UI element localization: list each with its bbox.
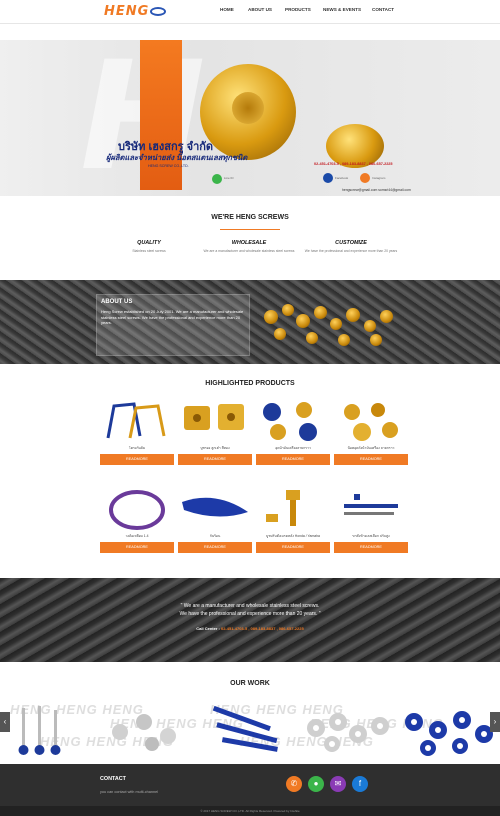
feature-title: CUSTOMIZE: [335, 240, 367, 246]
feature-text: We are a manufacturer and wholesale stai…: [203, 249, 295, 253]
nav-home[interactable]: HOME: [220, 7, 234, 12]
hero-emails: hengscrew@gmail.com somsri44@gmail.com: [342, 188, 411, 192]
call-center-numbers: 02-451-4703-5 , 089-183-8837 , 086-657-2…: [220, 626, 304, 631]
product-caption: โครงกันล้ม: [128, 446, 146, 450]
nav-about-us[interactable]: ABOUT US: [248, 7, 272, 12]
readmore-button[interactable]: READMORE: [334, 542, 408, 553]
product-card: โครงกันล้ม READMORE: [100, 398, 174, 465]
contact-text: you can contact with multi-channel: [100, 790, 159, 794]
gold-nuts-image: [260, 300, 400, 350]
feature-text: Stainless steel screws: [132, 249, 166, 253]
hero-phone-numbers: 02-451-4703-5 , 089-183-8837 , 086-657-2…: [314, 162, 393, 166]
about-text: Heng Screw established on 20 July 2001. …: [101, 309, 244, 325]
work-image-bolts-long[interactable]: [12, 702, 100, 758]
product-caption: วงล้อเหลือบ 1.4: [125, 534, 149, 538]
instagram-icon[interactable]: [360, 173, 370, 183]
feature-title: QUALITY: [137, 240, 161, 246]
feature-wholesale: WHOLESALE We are a manufacturer and whol…: [194, 240, 304, 254]
call-center-label: Call Center :: [196, 626, 220, 631]
product-image[interactable]: [334, 486, 408, 532]
work-title: OUR WORK: [230, 680, 270, 687]
readmore-button[interactable]: READMORE: [334, 454, 408, 465]
products-title: HIGHLIGHTED PRODUCTS: [205, 380, 295, 387]
product-image[interactable]: [334, 398, 408, 444]
feature-text: We have the professional and experience …: [304, 249, 398, 253]
facebook-label: Facebook: [335, 176, 349, 180]
site-header: HENG HOME ABOUT US PRODUCTS NEWS & EVENT…: [0, 0, 500, 24]
nav-products[interactable]: PRODUCTS: [285, 7, 311, 12]
facebook-icon[interactable]: [323, 173, 333, 183]
product-card: อุดน้ำมันเครื่องลายกราว READMORE: [256, 398, 330, 465]
work-image-washers[interactable]: [298, 704, 398, 758]
readmore-button[interactable]: READMORE: [256, 542, 330, 553]
product-caption: บูชปรับตั้งเบรคหลัง Honda / Yamaha: [266, 534, 320, 538]
feature-title: WHOLESALE: [231, 240, 267, 246]
product-card: น็อตอุดถังน้ำมันเครื่อง ลายกราว READMORE: [334, 398, 408, 465]
line-chat-icon[interactable]: ●: [308, 776, 324, 792]
we-are-title: WE'RE HENG SCREWS: [211, 214, 289, 221]
instagram-label: Instagram: [372, 176, 386, 180]
facebook-contact-icon[interactable]: f: [352, 776, 368, 792]
footer-copyright: © 2017 HENG SCREW CO.,LTD. All Rights Re…: [0, 806, 500, 816]
email-icon[interactable]: ✉: [330, 776, 346, 792]
line-label: Line ID: [224, 176, 234, 180]
product-card: บูชรอง ลูกเต๋า สีทอง READMORE: [178, 398, 252, 465]
about-title: ABOUT US: [101, 299, 133, 305]
quote-background: [0, 578, 500, 662]
readmore-button[interactable]: READMORE: [256, 454, 330, 465]
feature-customize: CUSTOMIZE We have the professional and e…: [296, 240, 406, 254]
product-caption: บูชรอง ลูกเต๋า สีทอง: [200, 446, 230, 450]
readmore-button[interactable]: READMORE: [178, 542, 252, 553]
readmore-button[interactable]: READMORE: [100, 454, 174, 465]
phone-icon[interactable]: ✆: [286, 776, 302, 792]
product-card: ขาตั้งข้างเลสเลือก ปรับสูง READMORE: [334, 486, 408, 553]
product-image[interactable]: [256, 486, 330, 532]
product-card: วงล้อเหลือบ 1.4 READMORE: [100, 486, 174, 553]
work-image-blue-washers[interactable]: [398, 704, 500, 758]
hero-banner: H บริษัท เฮงสกรู จำกัด ผู้ผลิตและจำหน่าย…: [0, 30, 500, 204]
work-image-steel-bolts[interactable]: [104, 706, 194, 756]
heng-logo[interactable]: HENG: [104, 3, 167, 19]
logo-ring-icon: [150, 6, 167, 16]
readmore-button[interactable]: READMORE: [178, 454, 252, 465]
hero-tagline: ผู้ผลิตและจำหน่ายส่ง น๊อตสแตนเลสทุกชนิด: [106, 153, 248, 162]
line-icon[interactable]: [212, 174, 222, 184]
product-image[interactable]: [178, 398, 252, 444]
product-caption: น็อตอุดถังน้ำมันเครื่อง ลายกราว: [347, 446, 395, 450]
product-image[interactable]: [178, 486, 252, 532]
work-image-blue-bolts[interactable]: [202, 704, 298, 758]
nav-news-events[interactable]: NEWS & EVENTS: [323, 7, 361, 12]
about-box: ABOUT US Heng Screw established on 20 Ju…: [96, 294, 250, 356]
product-image[interactable]: [100, 398, 174, 444]
contact-title: CONTACT: [100, 776, 126, 782]
about-background: [0, 280, 500, 364]
feature-quality: QUALITY Stainless steel screws: [94, 240, 204, 254]
product-card: กันร้อน READMORE: [178, 486, 252, 553]
carousel-next-icon[interactable]: ›: [490, 712, 500, 732]
nav-contact[interactable]: CONTACT: [372, 7, 394, 12]
product-card: บูชปรับตั้งเบรคหลัง Honda / Yamaha READM…: [256, 486, 330, 553]
product-image[interactable]: [100, 486, 174, 532]
product-caption: ขาตั้งข้างเลสเลือก ปรับสูง: [352, 534, 390, 538]
product-image[interactable]: [256, 398, 330, 444]
quote-line-1: " We are a manufacturer and wholesale st…: [180, 603, 320, 609]
hero-company-en: HENG SCREW CO.,LTD.: [148, 164, 189, 168]
logo-text: HENG: [104, 3, 150, 19]
product-caption: กันร้อน: [209, 534, 221, 538]
call-center: Call Center : 02-451-4703-5 , 089-183-88…: [0, 626, 500, 631]
product-caption: อุดน้ำมันเครื่องลายกราว: [275, 446, 311, 450]
quote-line-2: We have the professional and experience …: [179, 611, 321, 617]
we-are-underline: [220, 229, 280, 230]
work-carousel: HENG HENG HENG HENG HENG HENG HENG HENG …: [0, 700, 500, 762]
readmore-button[interactable]: READMORE: [100, 542, 174, 553]
gold-oil-cap-image: [200, 64, 296, 160]
